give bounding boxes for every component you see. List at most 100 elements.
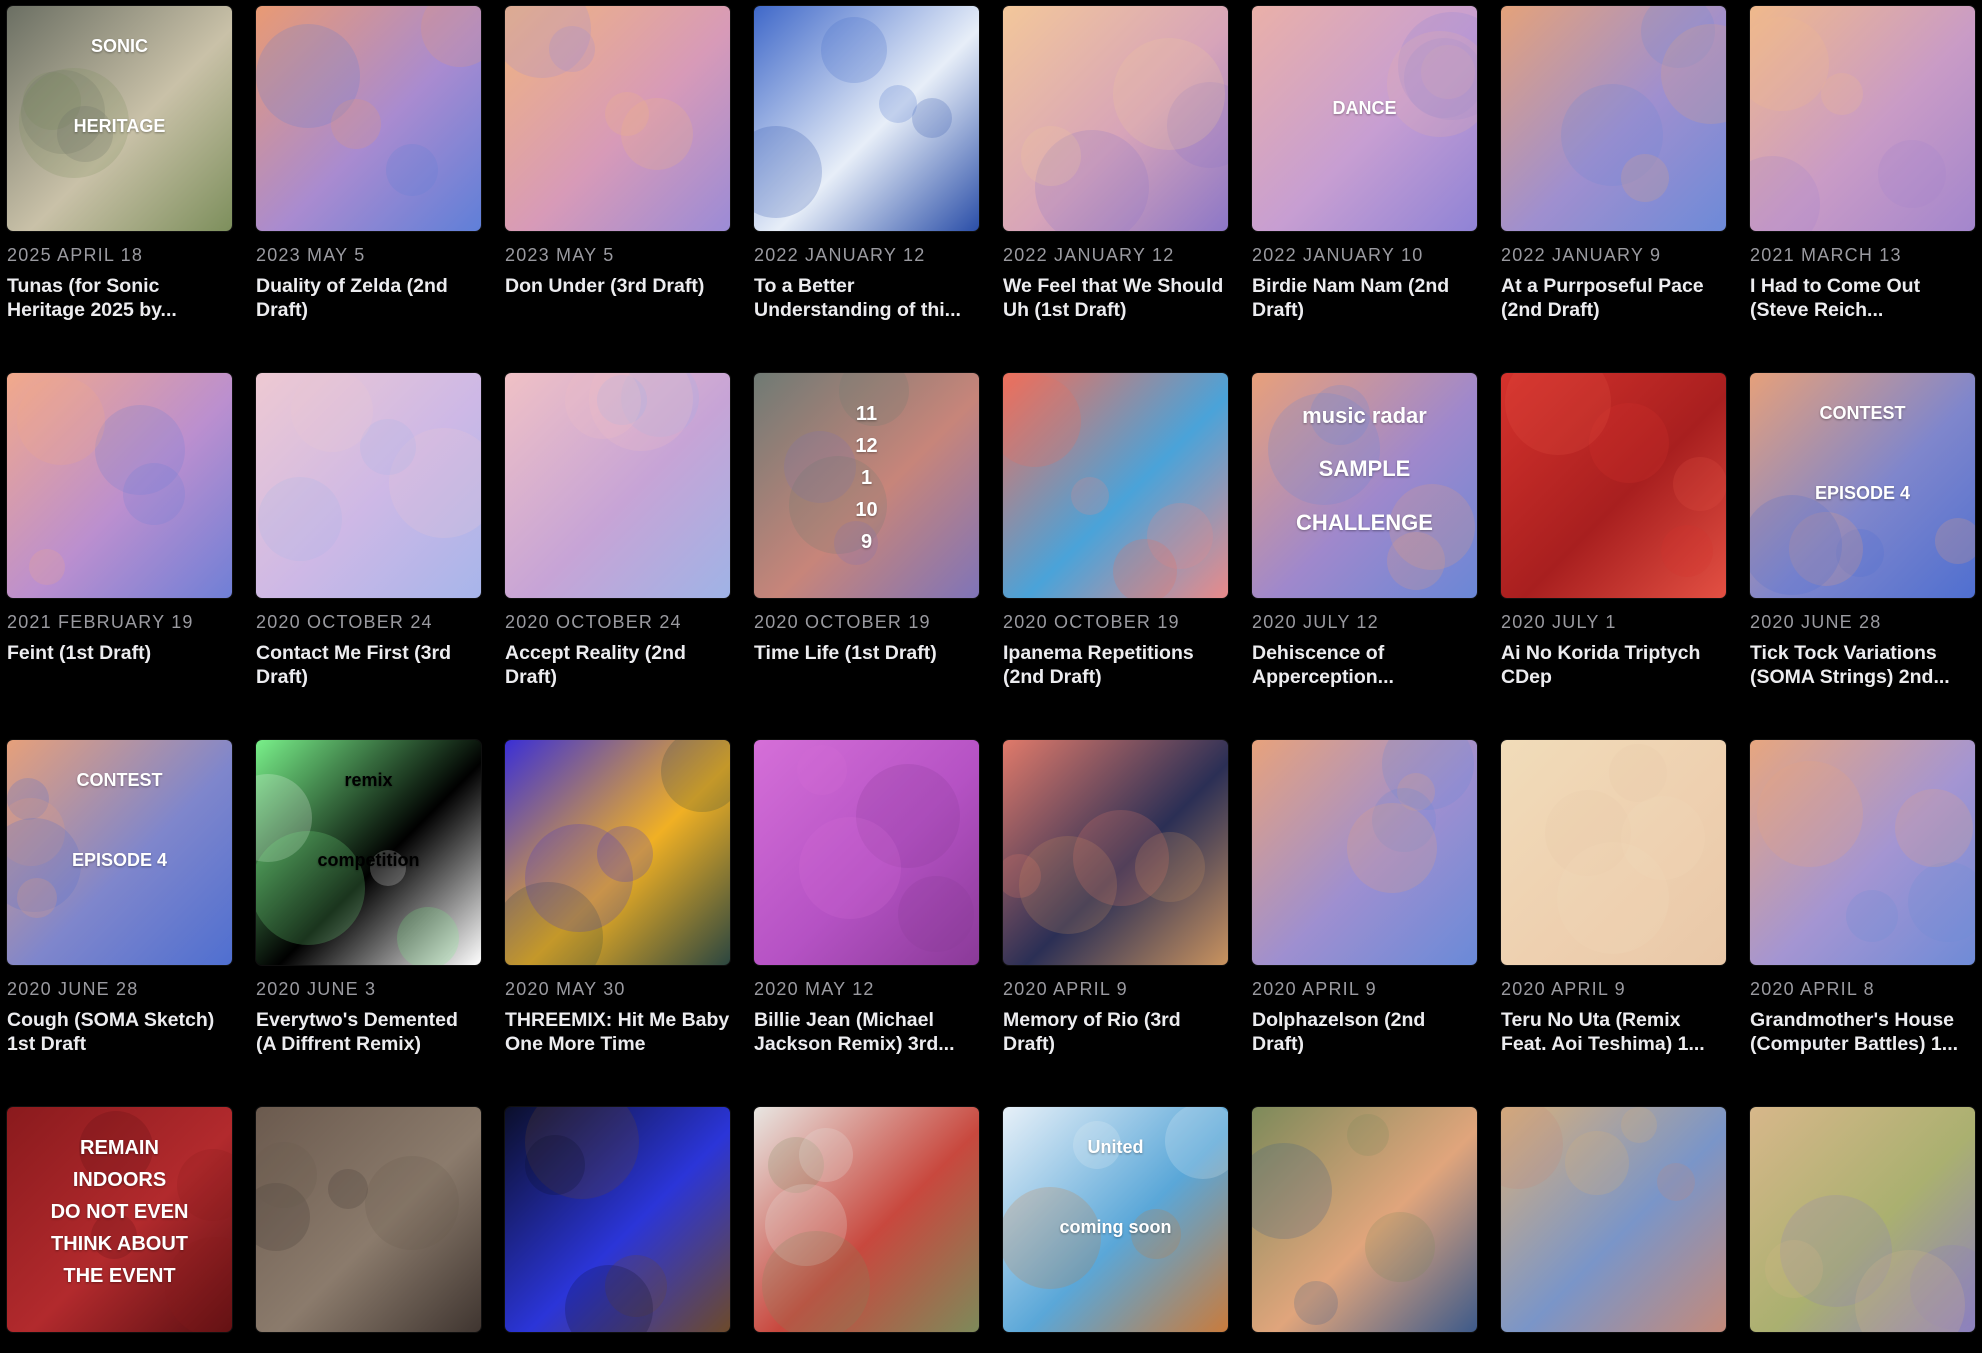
track-card[interactable]: 2020 APRIL 9 Teru No Uta (Remix Feat. Aoi… <box>1501 740 1726 1055</box>
track-title[interactable]: Billie Jean (Michael Jackson Remix) 3rd.… <box>754 1008 979 1056</box>
track-card[interactable] <box>754 1107 979 1332</box>
track-card[interactable]: 2022 JANUARY 9 At a Purrposeful Pace (2nd… <box>1501 6 1726 321</box>
track-title[interactable]: Teru No Uta (Remix Feat. Aoi Teshima) 1.… <box>1501 1008 1726 1056</box>
album-art[interactable] <box>7 373 232 598</box>
album-art[interactable] <box>256 6 481 231</box>
album-art[interactable] <box>754 740 979 965</box>
track-card[interactable]: United coming soon <box>1003 1107 1228 1332</box>
album-art[interactable] <box>754 6 979 231</box>
track-title[interactable]: Everytwo's Demented (A Diffrent Remix) <box>256 1008 481 1056</box>
track-card[interactable]: 2022 JANUARY 12 We Feel that We Should Uh… <box>1003 6 1228 321</box>
track-date: 2020 JULY 1 <box>1501 612 1617 632</box>
album-art[interactable] <box>505 1107 730 1332</box>
album-art[interactable] <box>256 1107 481 1332</box>
track-card[interactable]: 2020 APRIL 9 Memory of Rio (3rd Draft) <box>1003 740 1228 1055</box>
album-art[interactable] <box>1003 6 1228 231</box>
track-title[interactable]: Ipanema Repetitions (2nd Draft) <box>1003 641 1228 689</box>
track-card[interactable] <box>1501 1107 1726 1332</box>
track-card[interactable]: 2020 APRIL 8 Grandmother's House (Compute… <box>1750 740 1975 1055</box>
track-meta <box>7 1345 232 1353</box>
track-card[interactable]: 2023 MAY 5 Don Under (3rd Draft) <box>505 6 730 297</box>
track-title[interactable]: Don Under (3rd Draft) <box>505 274 730 298</box>
album-art[interactable]: SONIC HERITAGE <box>7 6 232 231</box>
track-title[interactable]: Dolphazelson (2nd Draft) <box>1252 1008 1477 1056</box>
track-title[interactable]: At a Purrposeful Pace (2nd Draft) <box>1501 274 1726 322</box>
track-title[interactable]: Cough (SOMA Sketch) 1st Draft <box>7 1008 232 1056</box>
track-title[interactable]: Accept Reality (2nd Draft) <box>505 641 730 689</box>
album-art-graphic <box>1501 1107 1726 1332</box>
album-art[interactable] <box>505 373 730 598</box>
album-art[interactable] <box>1501 373 1726 598</box>
track-card[interactable]: DANCE 2022 JANUARY 10 Birdie Nam Nam (2nd … <box>1252 6 1477 321</box>
track-title[interactable]: Grandmother's House (Computer Battles) 1… <box>1750 1008 1975 1056</box>
album-art-text: DANCE <box>1332 98 1397 118</box>
track-card[interactable]: 2020 MAY 12 Billie Jean (Michael Jackson … <box>754 740 979 1055</box>
track-card[interactable]: 2021 FEBRUARY 19 Feint (1st Draft) <box>7 373 232 664</box>
track-card[interactable]: 11 12 1 10 9 2020 OCTOBER 19 Time Life (1st Dr… <box>754 373 979 664</box>
track-card[interactable]: 2020 MAY 30 THREEMIX: Hit Me Baby One Mor… <box>505 740 730 1055</box>
track-meta: 2020 JUNE 3 Everytwo's Demented (A Diffre… <box>256 978 481 1056</box>
album-art[interactable] <box>754 1107 979 1332</box>
album-art[interactable]: 11 12 1 10 9 <box>754 373 979 598</box>
album-art-text: 10 <box>855 499 878 521</box>
track-title[interactable]: Ai No Korida Triptych CDep <box>1501 641 1726 689</box>
track-card[interactable]: 2020 APRIL 9 Dolphazelson (2nd Draft) <box>1252 740 1477 1055</box>
track-title[interactable]: Duality of Zelda (2nd Draft) <box>256 274 481 322</box>
album-art[interactable]: REMAIN INDOORS DO NOT EVEN THINK ABOUT THE E… <box>7 1107 232 1332</box>
track-date: 2020 OCTOBER 24 <box>505 612 682 632</box>
track-title[interactable]: Dehiscence of Apperception... <box>1252 641 1477 689</box>
album-art[interactable] <box>1501 6 1726 231</box>
track-card[interactable]: CONTEST EPISODE 4 2020 JUNE 28 Cough (SOMA … <box>7 740 232 1055</box>
track-title[interactable]: Time Life (1st Draft) <box>754 641 979 665</box>
track-card[interactable]: 2023 MAY 5 Duality of Zelda (2nd Draft) <box>256 6 481 321</box>
album-art[interactable]: music radar SAMPLE CHALLENGE <box>1252 373 1477 598</box>
album-art[interactable] <box>1003 373 1228 598</box>
album-art[interactable] <box>256 373 481 598</box>
album-art[interactable] <box>1252 740 1477 965</box>
track-title[interactable]: Memory of Rio (3rd Draft) <box>1003 1008 1228 1056</box>
track-card[interactable]: 2020 OCTOBER 19 Ipanema Repetitions (2nd … <box>1003 373 1228 688</box>
track-title[interactable]: THREEMIX: Hit Me Baby One More Time <box>505 1008 730 1056</box>
track-title[interactable]: Feint (1st Draft) <box>7 641 232 665</box>
album-art[interactable] <box>1252 1107 1477 1332</box>
track-title[interactable]: Tunas (for Sonic Heritage 2025 by... <box>7 274 232 322</box>
track-title[interactable]: Contact Me First (3rd Draft) <box>256 641 481 689</box>
track-meta: 2022 JANUARY 12 To a Better Understanding… <box>754 244 979 322</box>
track-title[interactable]: Birdie Nam Nam (2nd Draft) <box>1252 274 1477 322</box>
album-art[interactable]: remix competition <box>256 740 481 965</box>
track-meta: 2020 OCTOBER 24 Contact Me First (3rd Dra… <box>256 611 481 689</box>
album-art[interactable] <box>1501 1107 1726 1332</box>
album-art[interactable] <box>1501 740 1726 965</box>
album-art[interactable] <box>505 6 730 231</box>
album-art[interactable]: DANCE <box>1252 6 1477 231</box>
album-art[interactable] <box>1750 740 1975 965</box>
track-card[interactable]: REMAIN INDOORS DO NOT EVEN THINK ABOUT THE E… <box>7 1107 232 1332</box>
track-date: 2020 JUNE 3 <box>256 979 377 999</box>
track-card[interactable]: 2022 JANUARY 12 To a Better Understanding… <box>754 6 979 321</box>
album-art[interactable]: United coming soon <box>1003 1107 1228 1332</box>
track-card[interactable] <box>505 1107 730 1332</box>
track-title[interactable]: Tick Tock Variations (SOMA Strings) 2nd.… <box>1750 641 1975 689</box>
album-art-graphic <box>754 1107 979 1332</box>
track-card[interactable]: 2020 JULY 1 Ai No Korida Triptych CDep <box>1501 373 1726 688</box>
track-card[interactable] <box>1750 1107 1975 1332</box>
track-card[interactable]: 2020 OCTOBER 24 Contact Me First (3rd Dra… <box>256 373 481 688</box>
track-card[interactable]: 2020 OCTOBER 24 Accept Reality (2nd Draft… <box>505 373 730 688</box>
album-art[interactable]: CONTEST EPISODE 4 <box>7 740 232 965</box>
track-card[interactable]: music radar SAMPLE CHALLENGE 2020 JULY 12 De… <box>1252 373 1477 688</box>
track-card[interactable]: remix competition 2020 JUNE 3 Everytwo's De… <box>256 740 481 1055</box>
album-art[interactable]: CONTEST EPISODE 4 <box>1750 373 1975 598</box>
album-art[interactable] <box>1750 6 1975 231</box>
track-card[interactable]: CONTEST EPISODE 4 2020 JUNE 28 Tick Tock Va… <box>1750 373 1975 688</box>
album-art[interactable] <box>1003 740 1228 965</box>
album-art-text: coming soon <box>1059 1217 1172 1237</box>
album-art[interactable] <box>1750 1107 1975 1332</box>
album-art[interactable] <box>505 740 730 965</box>
track-card[interactable] <box>256 1107 481 1332</box>
track-card[interactable] <box>1252 1107 1477 1332</box>
track-title[interactable]: I Had to Come Out (Steve Reich... <box>1750 274 1975 322</box>
track-title[interactable]: We Feel that We Should Uh (1st Draft) <box>1003 274 1228 322</box>
track-title[interactable]: To a Better Understanding of thi... <box>754 274 979 322</box>
track-card[interactable]: 2021 MARCH 13 I Had to Come Out (Steve Re… <box>1750 6 1975 321</box>
track-card[interactable]: SONIC HERITAGE 2025 APRIL 18 Tunas (for Son… <box>7 6 232 321</box>
